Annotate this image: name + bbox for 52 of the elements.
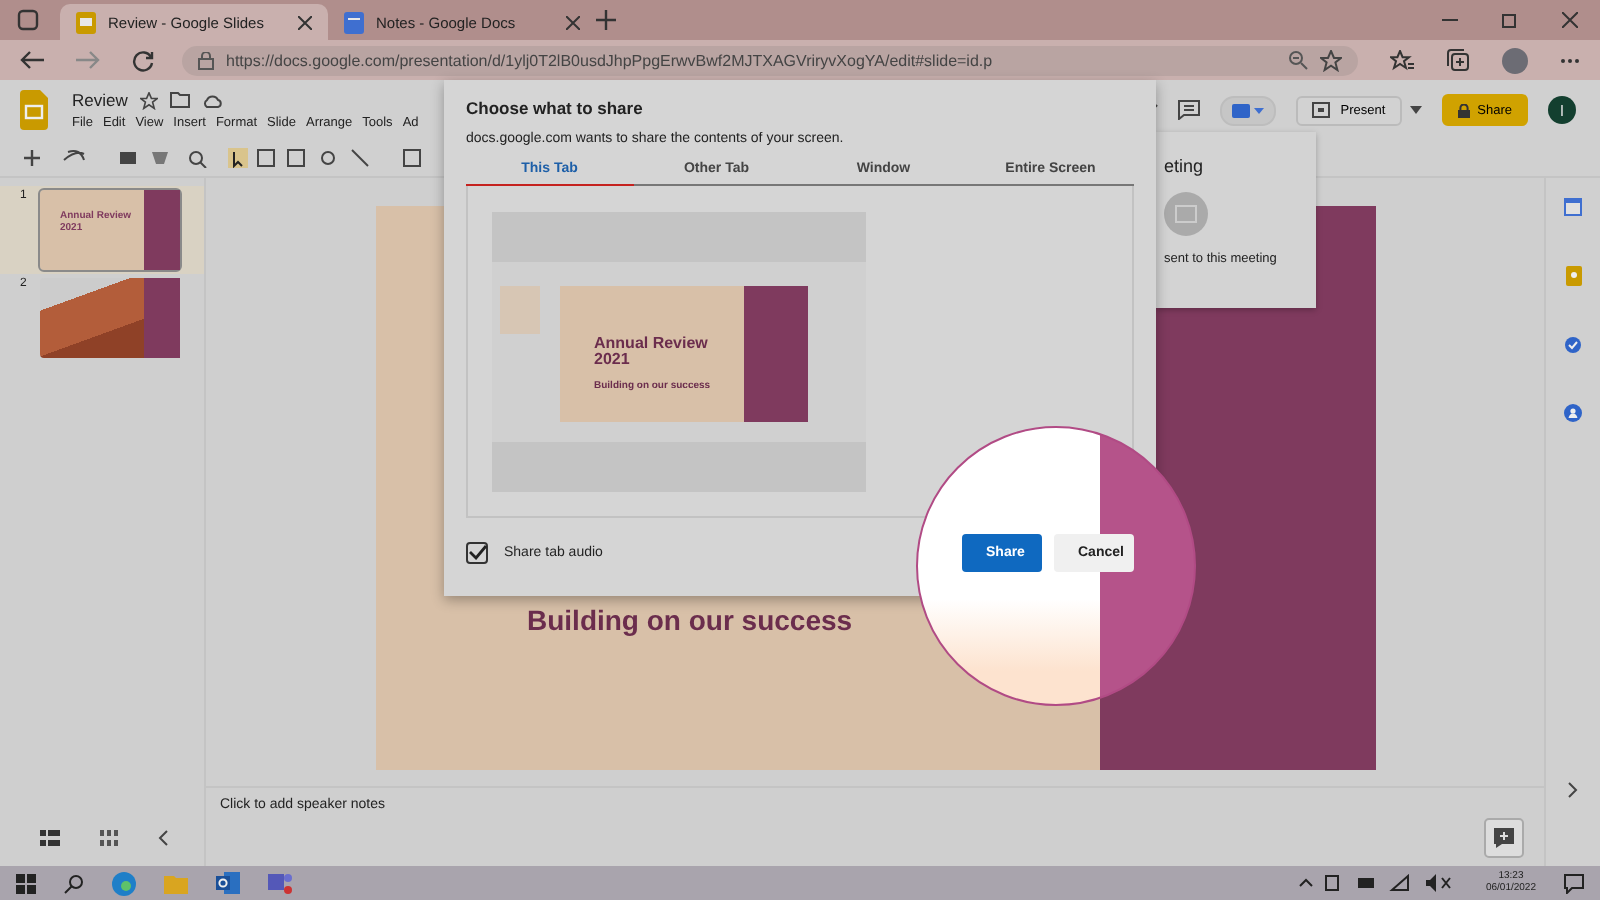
favorite-star-icon[interactable] — [1320, 49, 1342, 71]
new-tab-icon[interactable] — [596, 10, 616, 30]
profile-avatar[interactable] — [1502, 47, 1528, 73]
lock-icon — [198, 51, 214, 69]
cloud-icon[interactable] — [201, 93, 222, 107]
url-text: https://docs.google.com/presentation/d/1ylj0T2lB0usdJhpPpgErwvBwf2MJTXAGVriryvXogYA/edit#slide=id.p — [226, 51, 995, 69]
photo-placeholder[interactable] — [40, 278, 180, 358]
windows-start-icon[interactable] — [16, 873, 36, 893]
collapse-icon[interactable] — [158, 830, 168, 846]
reload-icon[interactable] — [132, 49, 154, 71]
document-title[interactable]: Review — [72, 90, 128, 110]
document-icon — [344, 11, 364, 33]
preview-title: Annual Review 2021 — [594, 335, 710, 371]
chat-app-icon[interactable] — [268, 872, 292, 894]
present-icon — [1312, 102, 1331, 118]
list-view-icon[interactable] — [40, 830, 60, 846]
grid-view-icon[interactable] — [100, 830, 118, 846]
lock-icon — [1457, 103, 1470, 117]
star-icon[interactable] — [139, 91, 158, 109]
restore-icon[interactable] — [1502, 12, 1518, 28]
calendar-icon[interactable] — [1564, 198, 1582, 216]
meet-button[interactable] — [1220, 95, 1277, 125]
address-bar[interactable]: https://docs.google.com/presentation/d/1ylj0T2lB0usdJhpPpgErwvBwf2MJTXAGVriryvXogYA/edit#slide=id.p — [182, 45, 1358, 75]
caret-icon[interactable] — [1254, 107, 1265, 113]
contacts-icon[interactable] — [1564, 404, 1582, 422]
close-icon[interactable] — [298, 15, 312, 29]
folder-icon[interactable] — [169, 92, 190, 108]
tasks-icon[interactable] — [1564, 336, 1582, 354]
slide-subtitle: Building on our success — [527, 604, 853, 636]
document-icon — [76, 11, 96, 33]
checkbox[interactable] — [466, 541, 488, 564]
notifications-icon[interactable] — [1564, 873, 1584, 893]
add-comment-icon[interactable] — [1484, 818, 1524, 858]
account-avatar[interactable]: I — [1548, 96, 1576, 124]
close-icon[interactable] — [1562, 12, 1578, 28]
toolbar-icons-drawing[interactable] — [24, 148, 424, 168]
accent-panel — [744, 285, 808, 421]
more-icon[interactable] — [1560, 57, 1580, 63]
dialog-title: Choose what to share — [466, 98, 645, 118]
expand-icon[interactable] — [1568, 782, 1578, 798]
close-icon[interactable] — [566, 15, 580, 29]
slide-thumbnail — [500, 285, 540, 333]
back-icon[interactable] — [20, 50, 44, 70]
caret-icon[interactable] — [1409, 106, 1422, 114]
popup-heading: eting — [1164, 156, 1206, 176]
favorites-icon[interactable] — [1390, 49, 1414, 71]
tab-actions-icon[interactable] — [16, 8, 40, 32]
zoom-icon[interactable] — [1288, 50, 1308, 70]
search-icon[interactable] — [64, 873, 84, 893]
collections-icon[interactable] — [1446, 48, 1470, 72]
comment-icon[interactable] — [1178, 100, 1201, 120]
mail-app-icon[interactable] — [216, 872, 240, 894]
